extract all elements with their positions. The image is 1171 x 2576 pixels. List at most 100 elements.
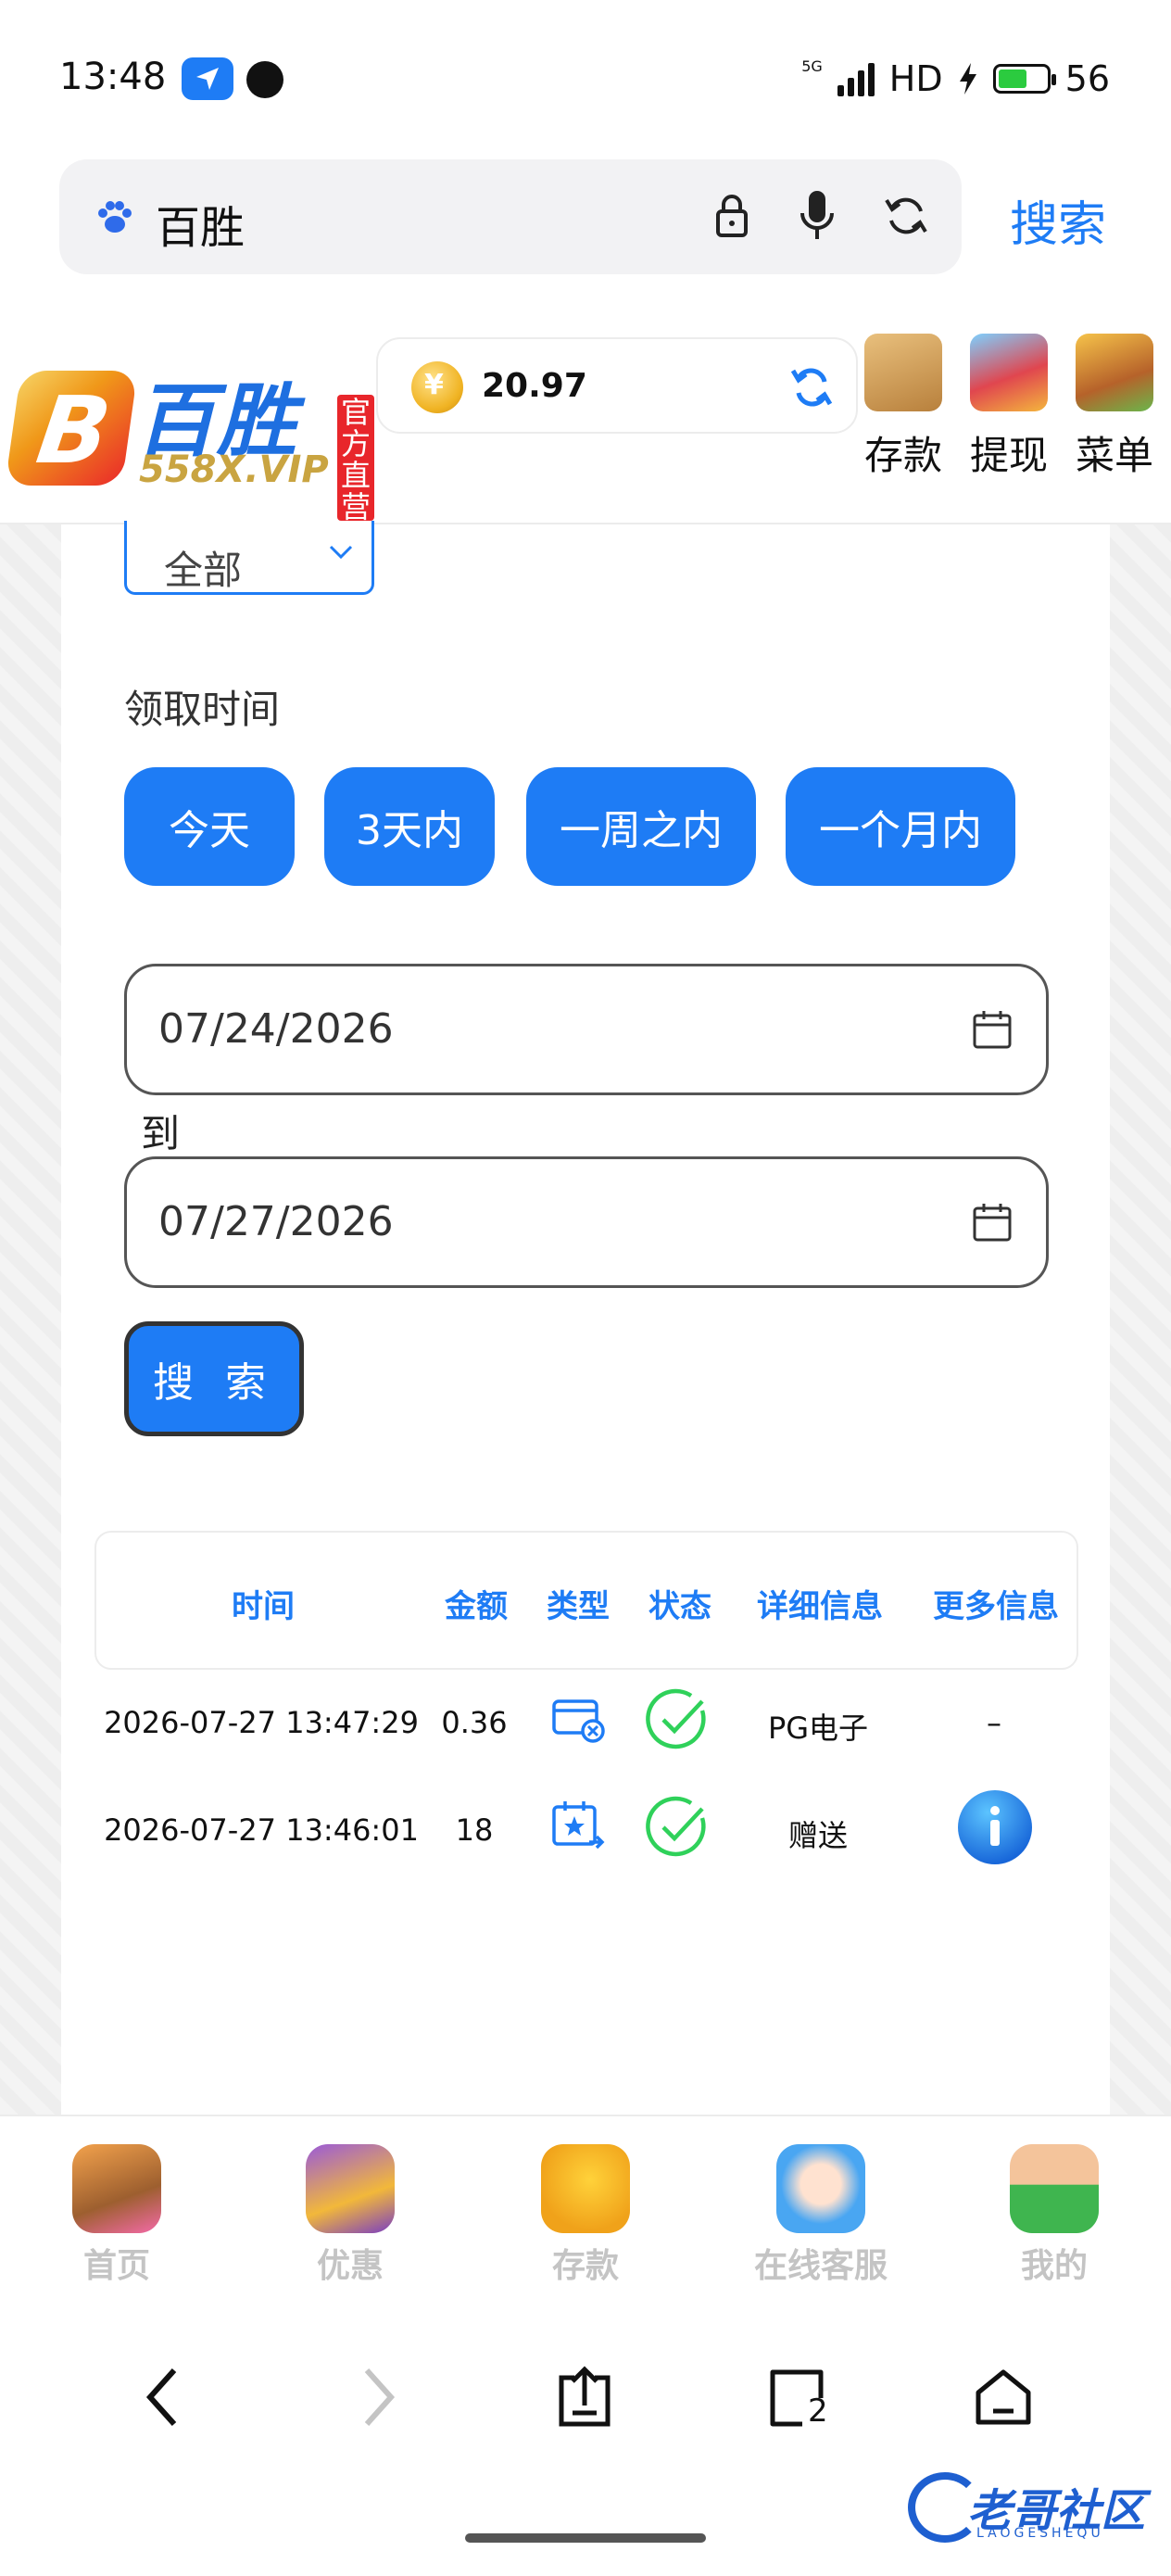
date-to-input[interactable]: 07/27/2026: [124, 1156, 1049, 1288]
date-from-value: 07/24/2026: [158, 1005, 394, 1053]
nav-deposit-label: 存款: [551, 2247, 619, 2285]
hd-label: HD: [888, 58, 943, 99]
calendar-icon[interactable]: [972, 1009, 1013, 1050]
nav-profile-label: 我的: [1020, 2247, 1088, 2285]
card-cancel-icon: [552, 1699, 605, 1743]
col-type: 类型: [547, 1588, 610, 1625]
row-time: 2026-07-27 13:47:29: [104, 1705, 419, 1740]
chip-today[interactable]: 今天: [124, 767, 295, 886]
watermark-logo: 老哥社区 LAOGESHEQU: [908, 2469, 1158, 2548]
status-indicators: 5G HD 56: [801, 56, 1110, 102]
site-logo[interactable]: B 百胜 558X.VIP 官方直营: [5, 356, 374, 523]
browser-toolbar: 2 老哥社区 LAOGESHEQU: [0, 2300, 1171, 2576]
home-indicator[interactable]: [465, 2533, 706, 2543]
paw-icon: [98, 201, 132, 233]
chevron-down-icon: [329, 545, 353, 560]
nav-profile[interactable]: 我的: [962, 2144, 1147, 2287]
logo-official-tag: 官方直营: [337, 395, 374, 523]
back-button[interactable]: [139, 2365, 185, 2432]
charging-bolt-icon: [959, 63, 976, 95]
tab-count: 2: [808, 2393, 828, 2430]
forward-icon: [364, 2368, 396, 2427]
type-filter-select[interactable]: 全部: [124, 521, 374, 595]
balance-value: 20.97: [482, 367, 587, 405]
chip-one-week[interactable]: 一周之内: [526, 767, 756, 886]
site-header: B 百胜 558X.VIP 官方直营 ¥ 20.97 存款 提现 菜单: [0, 315, 1171, 524]
search-query[interactable]: 百胜: [156, 191, 245, 256]
records-table-header: 时间 金额 类型 状态 详细信息 更多信息: [94, 1531, 1078, 1670]
info-icon[interactable]: [956, 1788, 1034, 1866]
calendar-icon[interactable]: [972, 1202, 1013, 1243]
nav-home-label: 首页: [82, 2247, 150, 2285]
house-icon: [72, 2144, 161, 2233]
header-menu-label: 菜单: [1075, 433, 1153, 478]
battery-level: 56: [1064, 58, 1110, 99]
header-menu-button[interactable]: 菜单: [1064, 334, 1165, 481]
nav-deposit[interactable]: 存款: [493, 2144, 678, 2287]
row-amount: 18: [455, 1812, 494, 1848]
home-icon: [976, 2369, 1031, 2425]
wallet-icon: [864, 334, 942, 411]
header-withdraw-button[interactable]: 提现: [958, 334, 1060, 481]
withdraw-icon: [970, 334, 1048, 411]
calendar-star-icon: [552, 1801, 605, 1850]
row-amount: 0.36: [441, 1705, 508, 1740]
refresh-icon[interactable]: [884, 193, 928, 239]
record-dot-icon: [246, 61, 283, 98]
date-from-input[interactable]: 07/24/2026: [124, 964, 1049, 1095]
header-deposit-button[interactable]: 存款: [852, 334, 954, 481]
date-range-to-label: 到: [141, 1111, 181, 1156]
home-button[interactable]: [971, 2365, 1036, 2432]
col-detail: 详细信息: [757, 1588, 883, 1625]
signal-icon: [837, 61, 875, 96]
nav-promotions-label: 优惠: [316, 2247, 384, 2285]
row-time: 2026-07-27 13:46:01: [104, 1812, 419, 1848]
balance-display: ¥ 20.97: [376, 337, 858, 434]
type-filter-value: 全部: [164, 548, 243, 593]
lock-icon[interactable]: [713, 193, 750, 239]
share-icon: [559, 2366, 611, 2427]
nav-customer-service-label: 在线客服: [753, 2247, 888, 2285]
nav-customer-service[interactable]: 在线客服: [728, 2144, 913, 2287]
status-bar: 13:48 5G HD 56: [0, 0, 1171, 158]
background-pattern-right: [1110, 524, 1171, 2115]
nav-home[interactable]: 首页: [24, 2144, 209, 2287]
background-pattern-left: [0, 524, 61, 2115]
forward-button[interactable]: [356, 2365, 402, 2432]
col-more: 更多信息: [933, 1588, 1059, 1625]
user-avatar-icon: [1010, 2144, 1099, 2233]
col-status: 状态: [648, 1588, 711, 1625]
header-deposit-label: 存款: [863, 433, 942, 478]
tabs-button[interactable]: 2: [765, 2365, 834, 2432]
watermark-sub: LAOGESHEQU: [976, 2526, 1104, 2541]
records-panel: 全部 领取时间 今天 3天内 一周之内 一个月内 07/24/2026 到 07…: [61, 521, 1110, 2115]
dollar-coin-icon: [541, 2144, 630, 2233]
browser-search-button[interactable]: 搜索: [1010, 185, 1106, 255]
network-label: 5G: [801, 57, 823, 75]
coin-icon: ¥: [411, 361, 463, 413]
check-circle-icon: [646, 1688, 706, 1749]
logo-b-mark: B: [5, 371, 138, 486]
battery-icon: [992, 64, 1056, 94]
row-more: –: [987, 1705, 1001, 1740]
browser-address-bar[interactable]: 百胜: [59, 159, 962, 274]
search-button[interactable]: 搜 索: [124, 1321, 304, 1436]
navigation-arrow-icon: [182, 57, 233, 100]
row-detail: 赠送: [787, 1818, 848, 1853]
table-row: 2026-07-27 13:46:01 18 赠送: [94, 1785, 1078, 1877]
nav-promotions[interactable]: 优惠: [258, 2144, 443, 2287]
header-withdraw-label: 提现: [969, 433, 1048, 478]
chip-one-month[interactable]: 一个月内: [786, 767, 1015, 886]
microphone-icon[interactable]: [799, 189, 836, 243]
col-amount: 金额: [445, 1588, 508, 1625]
chip-3-days[interactable]: 3天内: [324, 767, 495, 886]
headset-agent-icon: [776, 2144, 865, 2233]
row-detail: PG电子: [767, 1711, 869, 1746]
status-time: 13:48: [59, 56, 167, 98]
share-button[interactable]: [552, 2365, 617, 2432]
date-to-value: 07/27/2026: [158, 1198, 394, 1245]
logo-url: 558X.VIP: [139, 448, 329, 491]
bottom-navigation: 首页 优惠 存款 在线客服 我的: [0, 2115, 1171, 2300]
balance-refresh-icon[interactable]: [789, 365, 834, 410]
claim-time-label: 领取时间: [124, 687, 281, 732]
